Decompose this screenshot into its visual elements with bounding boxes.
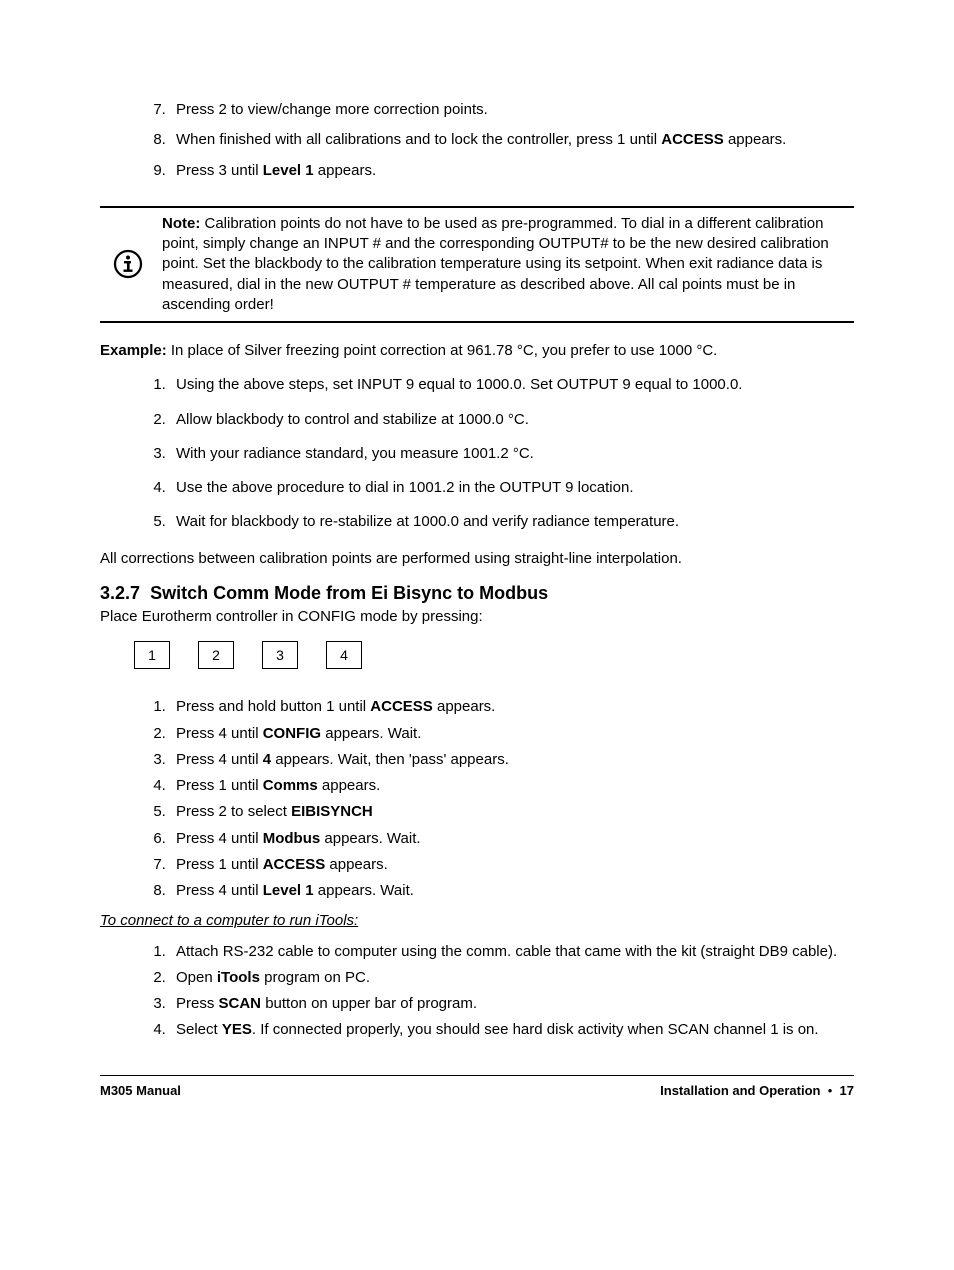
bold-text: ACCESS bbox=[661, 131, 724, 148]
list-item: Attach RS-232 cable to computer using th… bbox=[170, 942, 854, 962]
list-item: Allow blackbody to control and stabilize… bbox=[170, 410, 854, 430]
list-item: When finished with all calibrations and … bbox=[170, 130, 854, 150]
note-body: Calibration points do not have to be use… bbox=[162, 215, 829, 313]
example-label: Example: bbox=[100, 342, 167, 359]
section-title: Switch Comm Mode from Ei Bisync to Modbu… bbox=[150, 583, 548, 603]
bullet-icon: • bbox=[828, 1083, 833, 1098]
button-4-diagram: 4 bbox=[326, 641, 362, 669]
text: With your radiance standard, you measure… bbox=[176, 445, 534, 462]
note-text: Note: Calibration points do not have to … bbox=[156, 214, 854, 315]
text: Press 2 to view/change more correction p… bbox=[176, 101, 488, 118]
page-number: 17 bbox=[840, 1083, 854, 1098]
list-item: Using the above steps, set INPUT 9 equal… bbox=[170, 375, 854, 395]
text: Use the above procedure to dial in 1001.… bbox=[176, 479, 634, 496]
list-item: Press SCAN button on upper bar of progra… bbox=[170, 994, 854, 1014]
list-item: Press 2 to select EIBISYNCH bbox=[170, 802, 854, 822]
footer-right: Installation and Operation • 17 bbox=[660, 1082, 854, 1100]
footer-left: M305 Manual bbox=[100, 1082, 181, 1100]
list-item: With your radiance standard, you measure… bbox=[170, 444, 854, 464]
list-item: Use the above procedure to dial in 1001.… bbox=[170, 478, 854, 498]
text: Allow blackbody to control and stabilize… bbox=[176, 411, 529, 428]
text: Wait for blackbody to re-stabilize at 10… bbox=[176, 513, 679, 530]
button-3-diagram: 3 bbox=[262, 641, 298, 669]
list-item: Press and hold button 1 until ACCESS app… bbox=[170, 697, 854, 717]
note-block: Note: Calibration points do not have to … bbox=[100, 206, 854, 323]
button-2-diagram: 2 bbox=[198, 641, 234, 669]
controller-buttons-diagram: 1 2 3 4 bbox=[134, 641, 854, 669]
button-1-diagram: 1 bbox=[134, 641, 170, 669]
config-steps: Press and hold button 1 until ACCESS app… bbox=[100, 697, 854, 901]
list-item: Press 4 until 4 appears. Wait, then 'pas… bbox=[170, 750, 854, 770]
list-item: Press 4 until Modbus appears. Wait. bbox=[170, 829, 854, 849]
text: Using the above steps, set INPUT 9 equal… bbox=[176, 376, 742, 393]
info-icon bbox=[100, 249, 156, 279]
section-heading: 3.2.7 Switch Comm Mode from Ei Bisync to… bbox=[100, 581, 854, 605]
list-item: Open iTools program on PC. bbox=[170, 968, 854, 988]
page-footer: M305 Manual Installation and Operation •… bbox=[100, 1075, 854, 1100]
note-label: Note: bbox=[162, 215, 200, 232]
list-item: Press 4 until Level 1 appears. Wait. bbox=[170, 881, 854, 901]
section-number: 3.2.7 bbox=[100, 583, 140, 603]
example-line: Example: In place of Silver freezing poi… bbox=[100, 341, 854, 361]
text: Press 3 until bbox=[176, 162, 263, 179]
list-item: Select YES. If connected properly, you s… bbox=[170, 1020, 854, 1040]
list-item: Press 4 until CONFIG appears. Wait. bbox=[170, 724, 854, 744]
interpolation-note: All corrections between calibration poin… bbox=[100, 549, 854, 569]
example-text: In place of Silver freezing point correc… bbox=[167, 342, 718, 359]
list-item: Press 1 until Comms appears. bbox=[170, 776, 854, 796]
bold-text: Level 1 bbox=[263, 162, 314, 179]
text: When finished with all calibrations and … bbox=[176, 131, 661, 148]
connect-steps: Attach RS-232 cable to computer using th… bbox=[100, 942, 854, 1041]
footer-section-label: Installation and Operation bbox=[660, 1083, 820, 1098]
list-item: Wait for blackbody to re-stabilize at 10… bbox=[170, 512, 854, 532]
text: appears. bbox=[724, 131, 787, 148]
calibration-steps-continued: Press 2 to view/change more correction p… bbox=[100, 100, 854, 181]
list-item: Press 3 until Level 1 appears. bbox=[170, 161, 854, 181]
list-item: Press 2 to view/change more correction p… bbox=[170, 100, 854, 120]
list-item: Press 1 until ACCESS appears. bbox=[170, 855, 854, 875]
section-sub: Place Eurotherm controller in CONFIG mod… bbox=[100, 607, 854, 627]
text: appears. bbox=[314, 162, 377, 179]
example-steps: Using the above steps, set INPUT 9 equal… bbox=[100, 375, 854, 532]
connect-heading: To connect to a computer to run iTools: bbox=[100, 911, 854, 931]
